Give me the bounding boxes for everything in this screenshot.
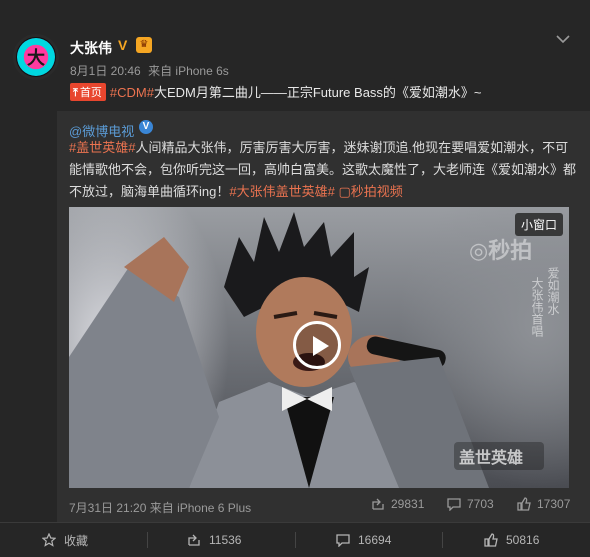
- comment-count: 16694: [358, 533, 392, 547]
- original-time-source: 7月31日 21:20 来自 iPhone 6 Plus: [69, 499, 251, 516]
- divider: [295, 532, 296, 548]
- headline-text: 大EDM月第二曲儿——正宗Future Bass的《爱如潮水》~: [153, 85, 482, 100]
- watermark: ◎秒拍: [469, 233, 532, 265]
- action-bar: 收藏 11536 16694 50816: [0, 522, 590, 557]
- video-player[interactable]: 大张伟首唱 爱如潮水 盖世英雄 ◎秒拍 小窗口: [69, 207, 569, 488]
- favorite-label: 收藏: [64, 533, 89, 548]
- divider: [147, 532, 148, 548]
- avatar[interactable]: 大: [13, 34, 59, 80]
- original-comment-stat[interactable]: 7703: [447, 497, 494, 511]
- original-comment-count: 7703: [467, 497, 494, 511]
- favorite-button[interactable]: 收藏: [42, 523, 88, 557]
- hashtag-cdm[interactable]: #CDM#: [110, 85, 154, 100]
- post-text: ⤒ 首页 #CDM#大EDM月第二曲儿——正宗Future Bass的《爱如潮水》~: [70, 82, 482, 101]
- member-crown-icon: ♛: [136, 37, 152, 53]
- original-source: 来自 iPhone 6 Plus: [149, 501, 252, 515]
- video-link-label: 秒拍视频: [350, 184, 403, 199]
- repost-icon: [372, 498, 384, 510]
- repost-count: 11536: [209, 533, 242, 547]
- top-arrow-icon: ⤒: [73, 87, 78, 99]
- repost-button[interactable]: 11536: [187, 523, 241, 557]
- original-repost-stat[interactable]: 29831: [371, 497, 424, 511]
- comment-icon: [336, 534, 350, 547]
- comment-icon: [447, 498, 461, 511]
- favorite-icon: [42, 533, 56, 547]
- like-count: 50816: [506, 533, 540, 547]
- comment-button[interactable]: 16694: [336, 523, 391, 557]
- reposted-content: @微博电视 V #盖世英雄#人间精品大张伟，厉害厉害大厉害，迷妹谢顶追.他现在要…: [57, 111, 590, 523]
- like-icon: [517, 497, 531, 511]
- svg-text:爱如潮水: 爱如潮水: [546, 267, 560, 315]
- chevron-down-icon[interactable]: [556, 34, 570, 44]
- verified-blue-v-icon: V: [139, 120, 153, 134]
- original-time[interactable]: 7月31日 21:20: [69, 501, 146, 515]
- like-icon: [484, 533, 498, 547]
- watermark-label: 秒拍: [488, 238, 533, 263]
- video-link[interactable]: ▢秒拍视频: [338, 184, 402, 199]
- post-time[interactable]: 8月1日 20:46: [70, 64, 141, 78]
- weibo-card: 大 大张伟 V ♛ 8月1日 20:46 来自 iPhone 6s ⤒ 首页 #CD…: [0, 0, 590, 557]
- hashtag-gaishi[interactable]: #盖世英雄#: [69, 140, 135, 155]
- camera-icon: ◎: [469, 238, 489, 263]
- original-repost-count: 29831: [391, 497, 425, 511]
- svg-text:盖世英雄: 盖世英雄: [459, 448, 523, 467]
- repost-icon: [188, 534, 200, 546]
- like-button[interactable]: 50816: [484, 523, 539, 557]
- mini-window-button[interactable]: 小窗口: [514, 213, 563, 236]
- home-tag-label: 首页: [79, 87, 102, 99]
- home-tag[interactable]: ⤒ 首页: [70, 83, 106, 101]
- original-like-stat[interactable]: 17307: [517, 497, 570, 511]
- username[interactable]: 大张伟: [70, 38, 112, 58]
- post-source: 来自 iPhone 6s: [148, 64, 229, 78]
- svg-text:大张伟首唱: 大张伟首唱: [530, 277, 544, 338]
- hashtag-dzw[interactable]: #大张伟盖世英雄#: [229, 184, 334, 199]
- play-icon[interactable]: [293, 321, 341, 369]
- video-link-icon: ▢: [338, 184, 351, 199]
- divider: [442, 532, 443, 548]
- verified-v-icon: V: [118, 37, 128, 53]
- avatar-logo: 大: [17, 38, 55, 76]
- original-like-count: 17307: [537, 497, 571, 511]
- post-meta: 8月1日 20:46 来自 iPhone 6s: [70, 62, 229, 79]
- original-footer: 7月31日 21:20 来自 iPhone 6 Plus 29831 7703 …: [69, 497, 570, 516]
- original-text: #盖世英雄#人间精品大张伟，厉害厉害大厉害，迷妹谢顶追.他现在要唱爱如潮水，不可…: [69, 137, 579, 203]
